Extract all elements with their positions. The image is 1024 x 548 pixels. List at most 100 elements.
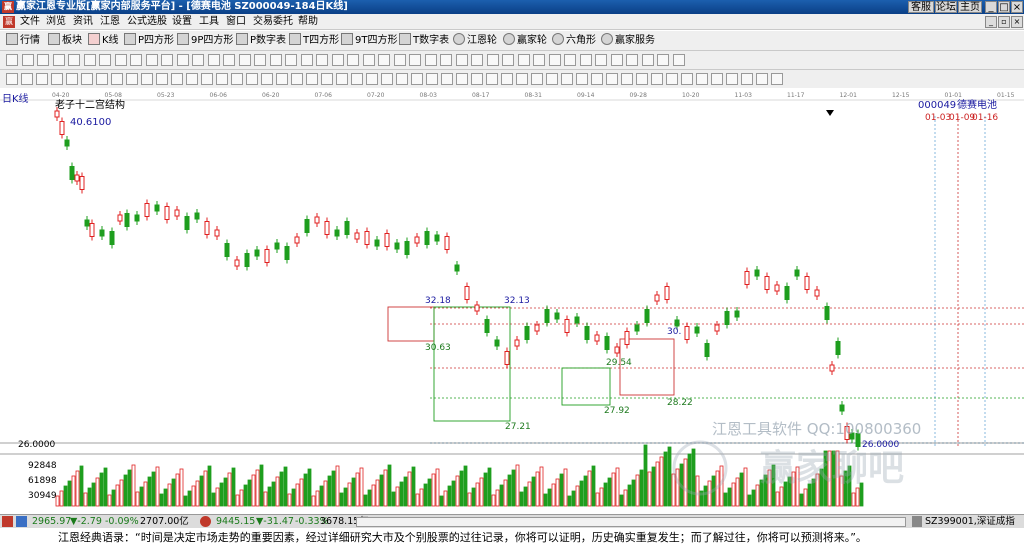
tool-icon[interactable] [426, 73, 438, 85]
tool-icon[interactable] [756, 73, 768, 85]
homepage-button[interactable]: 主页 [958, 1, 982, 13]
tool-icon[interactable] [409, 54, 421, 66]
tool-icon[interactable] [591, 73, 603, 85]
tool-icon[interactable] [171, 73, 183, 85]
tool-icon[interactable] [531, 73, 543, 85]
tool-icon[interactable] [261, 73, 273, 85]
tool-icon[interactable] [741, 73, 753, 85]
tool-icon[interactable] [223, 54, 235, 66]
tool-icon[interactable] [471, 73, 483, 85]
tool-icon[interactable] [501, 73, 513, 85]
t-number-table-button[interactable]: T数字表 [399, 33, 449, 49]
tool-icon[interactable] [238, 54, 251, 66]
tool-icon[interactable] [347, 54, 359, 66]
tool-icon[interactable] [641, 54, 654, 66]
gann-wheel-button[interactable]: 江恩轮 [453, 33, 497, 49]
tool-icon[interactable] [595, 54, 607, 66]
kline-button[interactable]: K线 [88, 33, 119, 49]
tool-icon[interactable] [672, 54, 685, 66]
tool-icon[interactable] [548, 54, 561, 66]
tool-icon[interactable] [201, 73, 213, 85]
tool-icon[interactable] [83, 54, 96, 66]
tool-icon[interactable] [321, 73, 333, 85]
sector-button[interactable]: 板块 [48, 33, 82, 49]
tool-icon[interactable] [126, 73, 138, 85]
tool-icon[interactable] [486, 54, 499, 66]
child-close-icon[interactable]: × [1011, 16, 1023, 28]
menu-help[interactable]: 帮助 [298, 14, 318, 30]
tool-icon[interactable] [6, 54, 18, 66]
tool-icon[interactable] [231, 73, 243, 85]
tool-icon[interactable] [316, 54, 328, 66]
tool-icon[interactable] [381, 73, 393, 85]
tool-icon[interactable] [6, 73, 18, 85]
tool-icon[interactable] [666, 73, 678, 85]
tool-icon[interactable] [651, 73, 663, 85]
service-button[interactable]: 客服 [908, 1, 934, 13]
tool-icon[interactable] [486, 73, 498, 85]
tool-icon[interactable] [771, 73, 783, 85]
tool-icon[interactable] [99, 54, 111, 66]
tool-icon[interactable] [455, 54, 468, 66]
tool-icon[interactable] [254, 54, 266, 66]
tool-icon[interactable] [145, 54, 158, 66]
tool-icon[interactable] [21, 73, 33, 85]
winner-wheel-button[interactable]: 赢家轮 [503, 33, 547, 49]
tool-icon[interactable] [424, 54, 437, 66]
quote-button[interactable]: 行情 [6, 33, 40, 49]
tool-icon[interactable] [546, 73, 558, 85]
tool-icon[interactable] [561, 73, 573, 85]
tool-icon[interactable] [114, 54, 127, 66]
tool-icon[interactable] [378, 54, 390, 66]
menu-browse[interactable]: 浏览 [46, 14, 66, 30]
close-icon[interactable]: × [1011, 1, 1023, 13]
child-restore-icon[interactable]: ▫ [998, 16, 1010, 28]
maximize-icon[interactable]: □ [998, 1, 1010, 13]
menu-trade[interactable]: 交易委托 [253, 14, 293, 30]
index1-value[interactable]: 2965.97 [32, 515, 71, 528]
tool-icon[interactable] [517, 54, 530, 66]
tool-icon[interactable] [331, 54, 344, 66]
tool-icon[interactable] [471, 54, 483, 66]
tool-icon[interactable] [681, 73, 693, 85]
menu-formula[interactable]: 公式选股 [127, 14, 167, 30]
menu-info[interactable]: 资讯 [73, 14, 93, 30]
menu-gann[interactable]: 江恩 [100, 14, 120, 30]
menu-window[interactable]: 窗口 [226, 14, 246, 30]
tool-icon[interactable] [68, 54, 80, 66]
tool-icon[interactable] [393, 54, 406, 66]
kline-chart[interactable]: 04-20 05-08 05-23 06-06 06-20 07-06 07-20 08-03… [0, 88, 1024, 514]
tool-icon[interactable] [366, 73, 378, 85]
tool-icon[interactable] [161, 54, 173, 66]
tool-icon[interactable] [411, 73, 423, 85]
tool-icon[interactable] [441, 73, 453, 85]
tool-icon[interactable] [362, 54, 375, 66]
tool-icon[interactable] [269, 54, 282, 66]
minimize-icon[interactable]: _ [985, 1, 997, 13]
p-square-button[interactable]: P四方形 [124, 33, 174, 49]
tool-icon[interactable] [456, 73, 468, 85]
tool-icon[interactable] [36, 73, 48, 85]
tool-icon[interactable] [626, 54, 638, 66]
horizontal-scrollbar[interactable] [356, 517, 906, 527]
tool-icon[interactable] [52, 54, 65, 66]
tool-icon[interactable] [610, 54, 623, 66]
hexagon-button[interactable]: 六角形 [552, 33, 596, 49]
tool-icon[interactable] [291, 73, 303, 85]
tool-icon[interactable] [657, 54, 669, 66]
tool-icon[interactable] [276, 73, 288, 85]
tool-icon[interactable] [579, 54, 592, 66]
tool-icon[interactable] [696, 73, 708, 85]
9p-square-button[interactable]: 9P四方形 [177, 33, 233, 49]
forum-button[interactable]: 论坛 [935, 1, 957, 13]
tool-icon[interactable] [21, 54, 34, 66]
tool-icon[interactable] [533, 54, 545, 66]
menu-settings[interactable]: 设置 [172, 14, 192, 30]
t-square-button[interactable]: T四方形 [289, 33, 339, 49]
tool-icon[interactable] [176, 54, 189, 66]
tool-icon[interactable] [192, 54, 204, 66]
tool-icon[interactable] [726, 73, 738, 85]
tool-icon[interactable] [216, 73, 228, 85]
tool-icon[interactable] [396, 73, 408, 85]
tool-icon[interactable] [621, 73, 633, 85]
